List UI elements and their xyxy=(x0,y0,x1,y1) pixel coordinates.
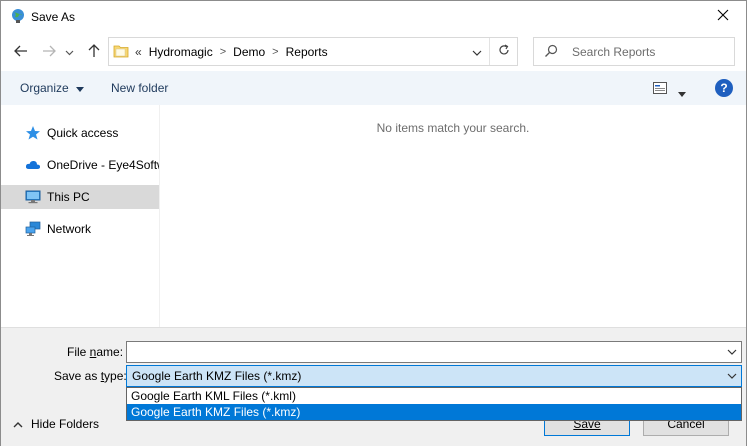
view-icon xyxy=(653,82,667,97)
crumb-separator[interactable]: > xyxy=(272,46,278,58)
option-kml[interactable]: Google Earth KML Files (*.kml) xyxy=(127,388,741,404)
recent-locations-button[interactable] xyxy=(61,41,77,63)
filename-input[interactable] xyxy=(130,344,720,360)
file-list[interactable]: No items match your search. xyxy=(160,105,746,327)
savetype-select[interactable]: Google Earth KMZ Files (*.kmz) xyxy=(126,365,742,387)
crumb-reports[interactable]: Reports xyxy=(286,45,328,59)
chevron-up-icon xyxy=(13,417,23,431)
arrow-up-icon xyxy=(88,43,100,61)
refresh-button[interactable] xyxy=(490,38,517,65)
crumb-hydromagic[interactable]: Hydromagic xyxy=(149,45,213,59)
address-bar[interactable]: « Hydromagic > Demo > Reports xyxy=(108,37,518,66)
option-kmz[interactable]: Google Earth KMZ Files (*.kmz) xyxy=(127,404,741,420)
empty-message: No items match your search. xyxy=(376,121,530,135)
command-toolbar: Organize New folder ? xyxy=(1,71,746,105)
help-button[interactable]: ? xyxy=(715,79,733,97)
arrow-right-icon xyxy=(42,45,56,60)
sidebar-item-label: OneDrive - Eye4Software xyxy=(47,158,159,172)
cloud-icon xyxy=(25,157,41,173)
caret-down-icon xyxy=(76,81,85,95)
up-button[interactable] xyxy=(83,41,105,63)
save-as-dialog: Save As « Hydromagic > Demo > Reports Se… xyxy=(0,0,747,446)
chevron-down-icon[interactable] xyxy=(725,345,739,359)
new-folder-button[interactable]: New folder xyxy=(111,81,168,95)
search-box[interactable] xyxy=(533,37,735,66)
change-view-button[interactable] xyxy=(651,81,691,97)
organize-button[interactable]: Organize xyxy=(20,81,85,95)
close-icon xyxy=(717,8,729,26)
forward-button[interactable] xyxy=(38,41,60,63)
arrow-left-icon xyxy=(14,45,28,60)
savetype-dropdown-list: Google Earth KML Files (*.kml) Google Ea… xyxy=(126,387,742,421)
folder-icon xyxy=(113,43,129,59)
computer-icon xyxy=(25,189,41,205)
back-button[interactable] xyxy=(10,41,32,63)
star-icon xyxy=(25,125,41,141)
address-overflow[interactable]: « xyxy=(135,45,142,59)
sidebar-item-onedrive[interactable]: OneDrive - Eye4Software xyxy=(1,153,159,177)
sidebar-item-quick-access[interactable]: Quick access xyxy=(1,121,159,145)
save-form: File name: Save as type: Google Earth KM… xyxy=(1,327,746,446)
caret-down-icon xyxy=(678,86,686,100)
crumb-separator[interactable]: > xyxy=(220,46,226,58)
chevron-down-icon[interactable] xyxy=(725,369,739,383)
sidebar-item-label: Quick access xyxy=(47,126,119,140)
close-button[interactable] xyxy=(700,1,746,33)
search-input[interactable] xyxy=(572,42,728,61)
sidebar-item-network[interactable]: Network xyxy=(1,217,159,241)
sidebar-item-label: Network xyxy=(47,222,92,236)
navigation-bar: « Hydromagic > Demo > Reports xyxy=(1,33,746,71)
crumb-demo[interactable]: Demo xyxy=(233,45,265,59)
globe-app-icon xyxy=(10,8,26,24)
refresh-icon xyxy=(498,44,510,59)
address-dropdown-button[interactable] xyxy=(465,38,489,65)
network-icon xyxy=(25,221,41,237)
savetype-value: Google Earth KMZ Files (*.kmz) xyxy=(132,369,302,383)
filename-combobox[interactable] xyxy=(126,341,742,363)
window-title: Save As xyxy=(31,10,76,24)
savetype-label: Save as type: xyxy=(54,369,127,383)
organize-label: Organize xyxy=(20,81,69,95)
sidebar-item-this-pc[interactable]: This PC xyxy=(1,185,159,209)
title-bar: Save As xyxy=(1,1,746,33)
hide-folders-button[interactable]: Hide Folders xyxy=(13,417,99,431)
hide-folders-label: Hide Folders xyxy=(31,417,100,431)
sidebar-item-label: This PC xyxy=(47,190,90,204)
navigation-pane: Quick access OneDrive - Eye4Software Thi… xyxy=(1,105,159,327)
filename-label: File name: xyxy=(67,345,124,359)
chevron-down-icon xyxy=(65,45,74,59)
chevron-down-icon xyxy=(472,45,482,59)
search-icon xyxy=(544,44,560,60)
